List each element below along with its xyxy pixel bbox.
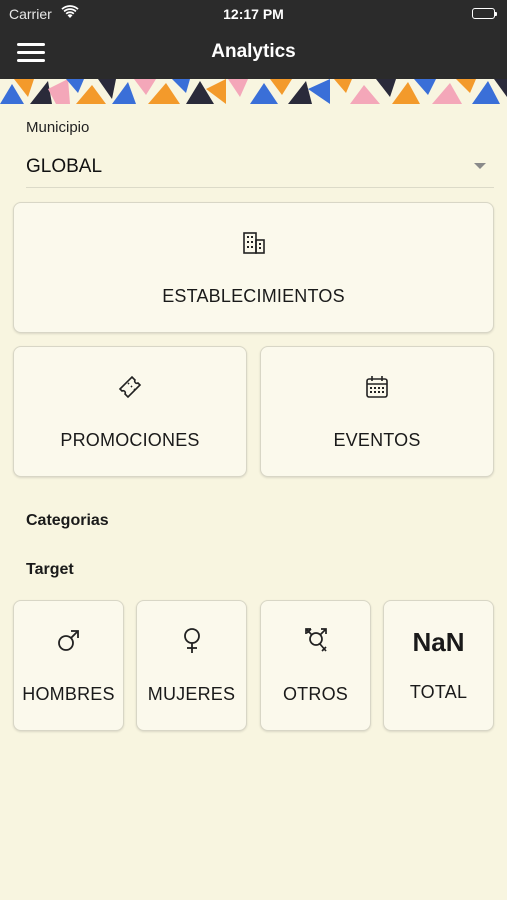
status-time: 12:17 PM	[223, 6, 284, 22]
transgender-symbol-icon	[302, 626, 330, 659]
decorative-banner	[0, 79, 507, 104]
municipio-value: GLOBAL	[26, 156, 103, 177]
promociones-label: PROMOCIONES	[60, 430, 200, 450]
male-symbol-icon	[56, 627, 82, 658]
app-header: Carrier 12:17 PM Analytics	[0, 0, 507, 79]
otros-card[interactable]: OTROS	[260, 600, 371, 731]
mujeres-label: MUJERES	[147, 684, 236, 704]
eventos-label: EVENTOS	[333, 430, 421, 450]
municipio-label: Municipio	[26, 119, 90, 136]
ticket-icon	[117, 374, 143, 405]
total-card[interactable]: NaN TOTAL	[383, 600, 494, 731]
total-label: TOTAL	[409, 682, 468, 702]
target-heading: Target	[26, 561, 74, 578]
calendar-icon	[364, 374, 390, 405]
caret-down-icon	[474, 163, 486, 169]
hombres-label: HOMBRES	[22, 684, 115, 704]
battery-icon	[472, 8, 497, 19]
categorias-heading: Categorias	[26, 512, 109, 529]
otros-label: OTROS	[282, 684, 348, 704]
municipio-select[interactable]: GLOBAL	[26, 150, 494, 188]
status-bar: Carrier 12:17 PM	[0, 0, 507, 28]
total-value: NaN	[412, 627, 465, 657]
female-symbol-icon	[179, 627, 205, 660]
page-title: Analytics	[211, 41, 296, 62]
eventos-card[interactable]: EVENTOS	[260, 346, 494, 477]
hombres-card[interactable]: HOMBRES	[13, 600, 124, 731]
establecimientos-card[interactable]: ESTABLECIMIENTOS	[13, 202, 494, 333]
establecimientos-label: ESTABLECIMIENTOS	[162, 286, 345, 306]
building-icon	[241, 230, 267, 261]
mujeres-card[interactable]: MUJERES	[136, 600, 247, 731]
promociones-card[interactable]: PROMOCIONES	[13, 346, 247, 477]
